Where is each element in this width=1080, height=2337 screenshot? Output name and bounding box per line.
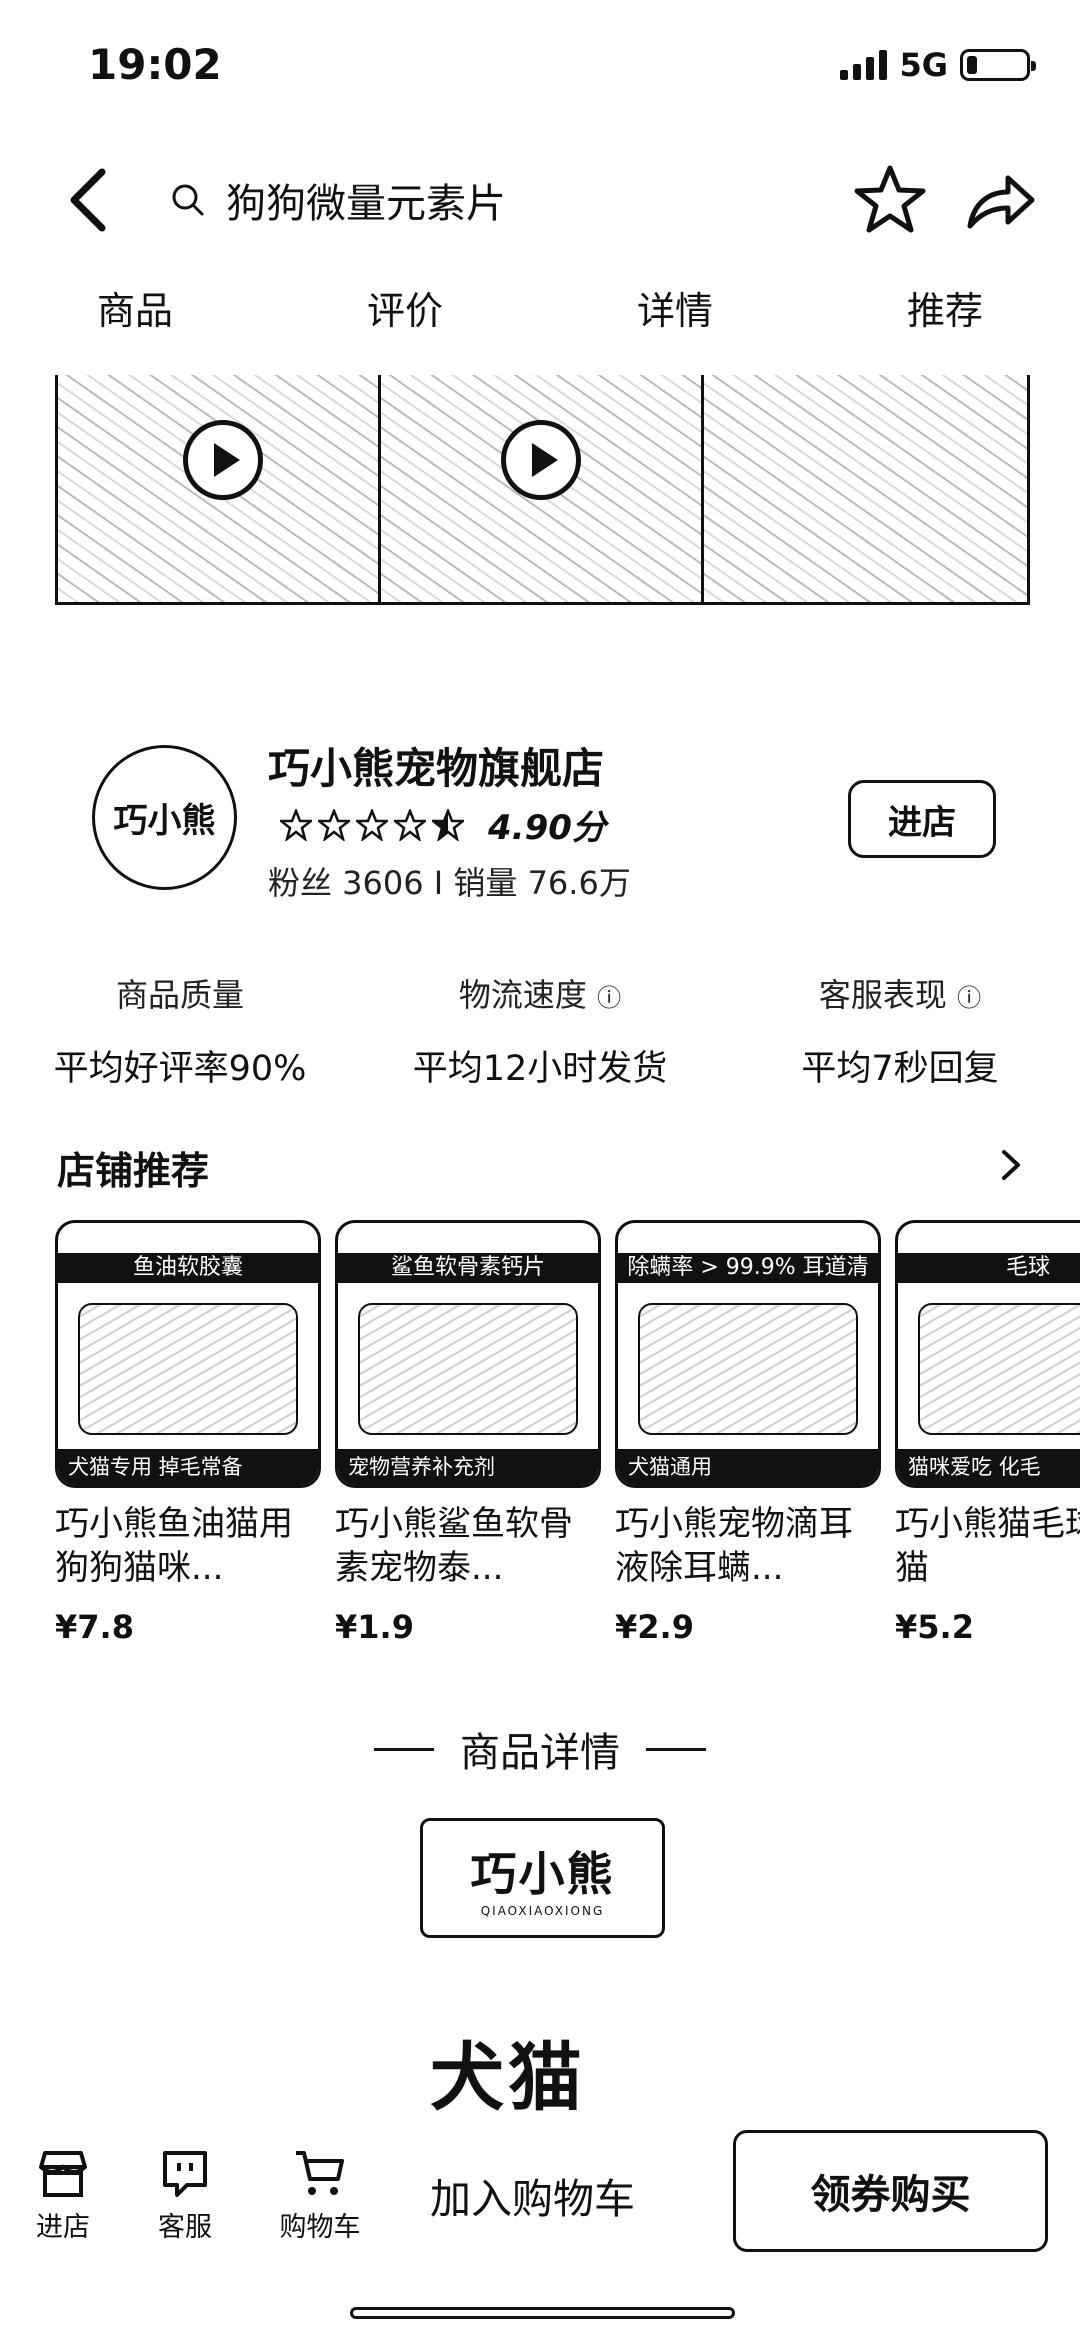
search-icon <box>172 184 204 216</box>
product-image[interactable]: 除螨率 > 99.9% 耳道清洁 犬猫通用 <box>615 1220 881 1488</box>
status-time: 19:02 <box>88 40 222 89</box>
brand-logo: 巧小熊 QIAOXIAOXIONG <box>420 1818 665 1938</box>
star-icon <box>318 808 350 841</box>
product-title[interactable]: 巧小熊猫毛球片猫 <box>895 1502 1080 1590</box>
metric-logistics: 物流速度 ⓘ 平均12小时发货 <box>360 970 720 1091</box>
product-price: ¥5.2 <box>895 1608 974 1646</box>
top-nav: 狗狗微量元素片 <box>0 150 1080 250</box>
product-title[interactable]: 巧小熊鲨鱼软骨素宠物泰... <box>335 1502 601 1590</box>
chat-icon <box>163 2151 207 2197</box>
section-tabs: 商品 评价 详情 推荐 <box>0 280 1080 360</box>
share-icon[interactable] <box>962 162 1038 238</box>
product-image[interactable]: 鱼油软胶囊 犬猫专用 掉毛常备 <box>55 1220 321 1488</box>
search-query: 狗狗微量元素片 <box>226 181 506 227</box>
metric-quality: 商品质量 平均好评率90% <box>0 970 360 1091</box>
store-tab[interactable]: 进店 <box>8 2147 118 2244</box>
cart-tab[interactable]: 购物车 <box>265 2147 375 2244</box>
cart-icon <box>296 2151 344 2195</box>
back-arrow-icon[interactable] <box>60 160 120 240</box>
play-icon[interactable] <box>183 420 263 500</box>
product-price: ¥7.8 <box>55 1608 134 1646</box>
divider <box>374 1747 434 1751</box>
store-recommend-title: 店铺推荐 <box>57 1149 210 1193</box>
divider <box>646 1747 706 1751</box>
metric-label: 物流速度 <box>458 976 587 1014</box>
bottom-action-bar: 进店 客服 购物车 加入购物车 领券购买 <box>0 2115 1080 2275</box>
product-price: ¥1.9 <box>335 1608 414 1646</box>
video-thumbnail[interactable] <box>381 375 704 602</box>
chevron-right-icon[interactable] <box>990 1140 1030 1190</box>
recommend-list: 鱼油软胶囊 犬猫专用 掉毛常备 巧小熊鱼油猫用狗狗猫咪... ¥7.8 鲨鱼软骨… <box>55 1220 1080 1650</box>
tab-recommend[interactable]: 推荐 <box>810 280 1080 360</box>
store-icon <box>39 2151 87 2197</box>
star-icon <box>394 808 426 841</box>
star-icon <box>280 808 312 841</box>
tab-products[interactable]: 商品 <box>0 280 270 360</box>
service-tab[interactable]: 客服 <box>130 2147 240 2244</box>
details-heading-text: 商品详情 <box>460 1730 620 1776</box>
metric-label: 客服表现 <box>818 976 947 1014</box>
half-star-icon <box>432 808 464 841</box>
info-icon[interactable]: ⓘ <box>597 984 621 1012</box>
product-card[interactable]: 鲨鱼软骨素钙片 宠物营养补充剂 巧小熊鲨鱼软骨素宠物泰... ¥1.9 <box>335 1220 601 1650</box>
favorite-star-icon[interactable] <box>852 162 928 238</box>
battery-icon <box>960 49 1036 81</box>
detail-banner-text: 犬猫 <box>430 2035 586 2121</box>
photo-thumbnail[interactable] <box>704 375 1027 602</box>
tab-details[interactable]: 详情 <box>540 280 810 360</box>
product-title[interactable]: 巧小熊宠物滴耳液除耳螨... <box>615 1502 881 1590</box>
product-price: ¥2.9 <box>615 1608 694 1646</box>
store-logo[interactable]: 巧小熊 <box>92 745 237 890</box>
store-rating: 4.90分 <box>280 800 606 849</box>
metric-value: 平均7秒回复 <box>801 1049 999 1089</box>
play-icon[interactable] <box>501 420 581 500</box>
product-image[interactable]: 鲨鱼软骨素钙片 宠物营养补充剂 <box>335 1220 601 1488</box>
metric-value: 平均好评率90% <box>53 1049 307 1089</box>
enter-store-button[interactable]: 进店 <box>848 780 996 858</box>
store-name[interactable]: 巧小熊宠物旗舰店 <box>268 735 604 796</box>
status-bar: 19:02 5G <box>0 0 1080 130</box>
info-icon[interactable]: ⓘ <box>957 984 981 1012</box>
add-to-cart-button[interactable]: 加入购物车 <box>430 2165 635 2225</box>
video-thumbnail[interactable] <box>58 375 381 602</box>
details-heading: 商品详情 <box>0 1720 1080 1778</box>
metric-value: 平均12小时发货 <box>412 1049 668 1089</box>
product-card[interactable]: 毛球 猫咪爱吃 化毛 巧小熊猫毛球片猫 ¥5.2 <box>895 1220 1080 1650</box>
coupon-buy-button[interactable]: 领券购买 <box>733 2130 1048 2252</box>
network-label: 5G <box>899 46 948 84</box>
store-metrics: 商品质量 平均好评率90% 物流速度 ⓘ 平均12小时发货 客服表现 ⓘ 平均7… <box>0 970 1080 1091</box>
signal-icon <box>840 50 888 80</box>
search-bar[interactable]: 狗狗微量元素片 <box>170 168 506 232</box>
store-score: 4.90分 <box>488 808 606 848</box>
star-icon <box>356 808 388 841</box>
home-indicator[interactable] <box>350 2307 735 2319</box>
store-stats: 粉丝 3606 I 销量 76.6万 <box>268 864 631 902</box>
review-media-strip[interactable] <box>55 375 1030 605</box>
metric-service: 客服表现 ⓘ 平均7秒回复 <box>720 970 1080 1091</box>
tab-reviews[interactable]: 评价 <box>270 280 540 360</box>
metric-label: 商品质量 <box>115 976 244 1014</box>
product-card[interactable]: 鱼油软胶囊 犬猫专用 掉毛常备 巧小熊鱼油猫用狗狗猫咪... ¥7.8 <box>55 1220 321 1650</box>
product-card[interactable]: 除螨率 > 99.9% 耳道清洁 犬猫通用 巧小熊宠物滴耳液除耳螨... ¥2.… <box>615 1220 881 1650</box>
product-title[interactable]: 巧小熊鱼油猫用狗狗猫咪... <box>55 1502 321 1590</box>
product-image[interactable]: 毛球 猫咪爱吃 化毛 <box>895 1220 1080 1488</box>
